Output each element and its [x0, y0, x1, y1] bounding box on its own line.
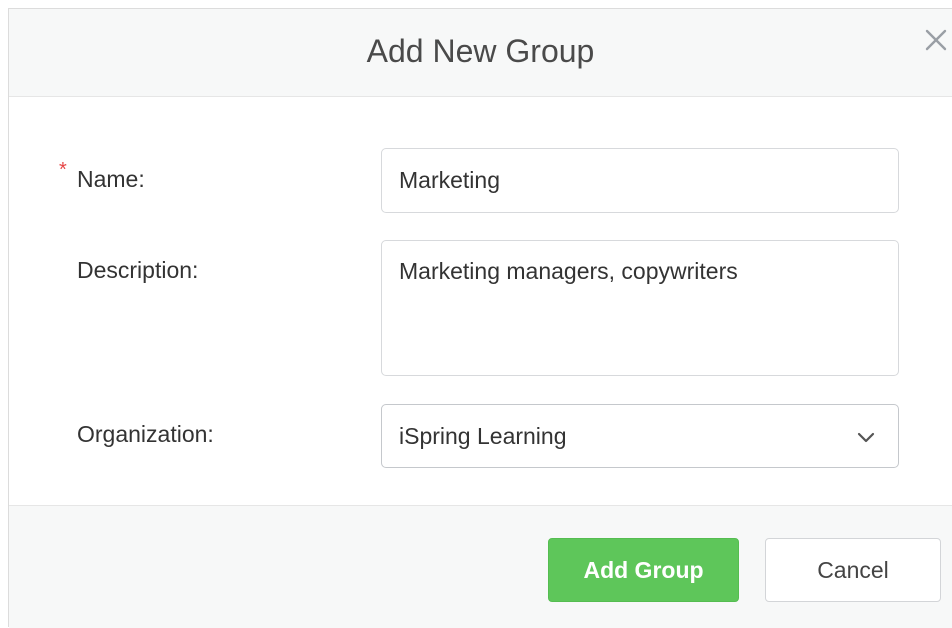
description-input[interactable]: Marketing managers, copywriters [381, 240, 899, 376]
organization-selected-value: iSpring Learning [399, 422, 567, 449]
chevron-down-icon [857, 432, 875, 443]
close-icon [925, 29, 947, 51]
name-input[interactable] [381, 148, 899, 213]
cancel-button[interactable]: Cancel [765, 538, 941, 602]
organization-select[interactable]: iSpring Learning [381, 404, 899, 468]
name-label: Name: [77, 166, 145, 192]
required-marker: * [59, 159, 67, 181]
add-group-dialog: Add New Group * Name: Description: Marke… [8, 8, 952, 628]
description-label: Description: [77, 257, 199, 283]
dialog-footer: Add Group Cancel [9, 505, 952, 628]
add-group-button[interactable]: Add Group [548, 538, 739, 602]
dialog-title: Add New Group [366, 33, 595, 69]
dialog-header: Add New Group [9, 9, 952, 97]
close-button[interactable] [921, 25, 951, 55]
organization-label: Organization: [77, 421, 214, 447]
